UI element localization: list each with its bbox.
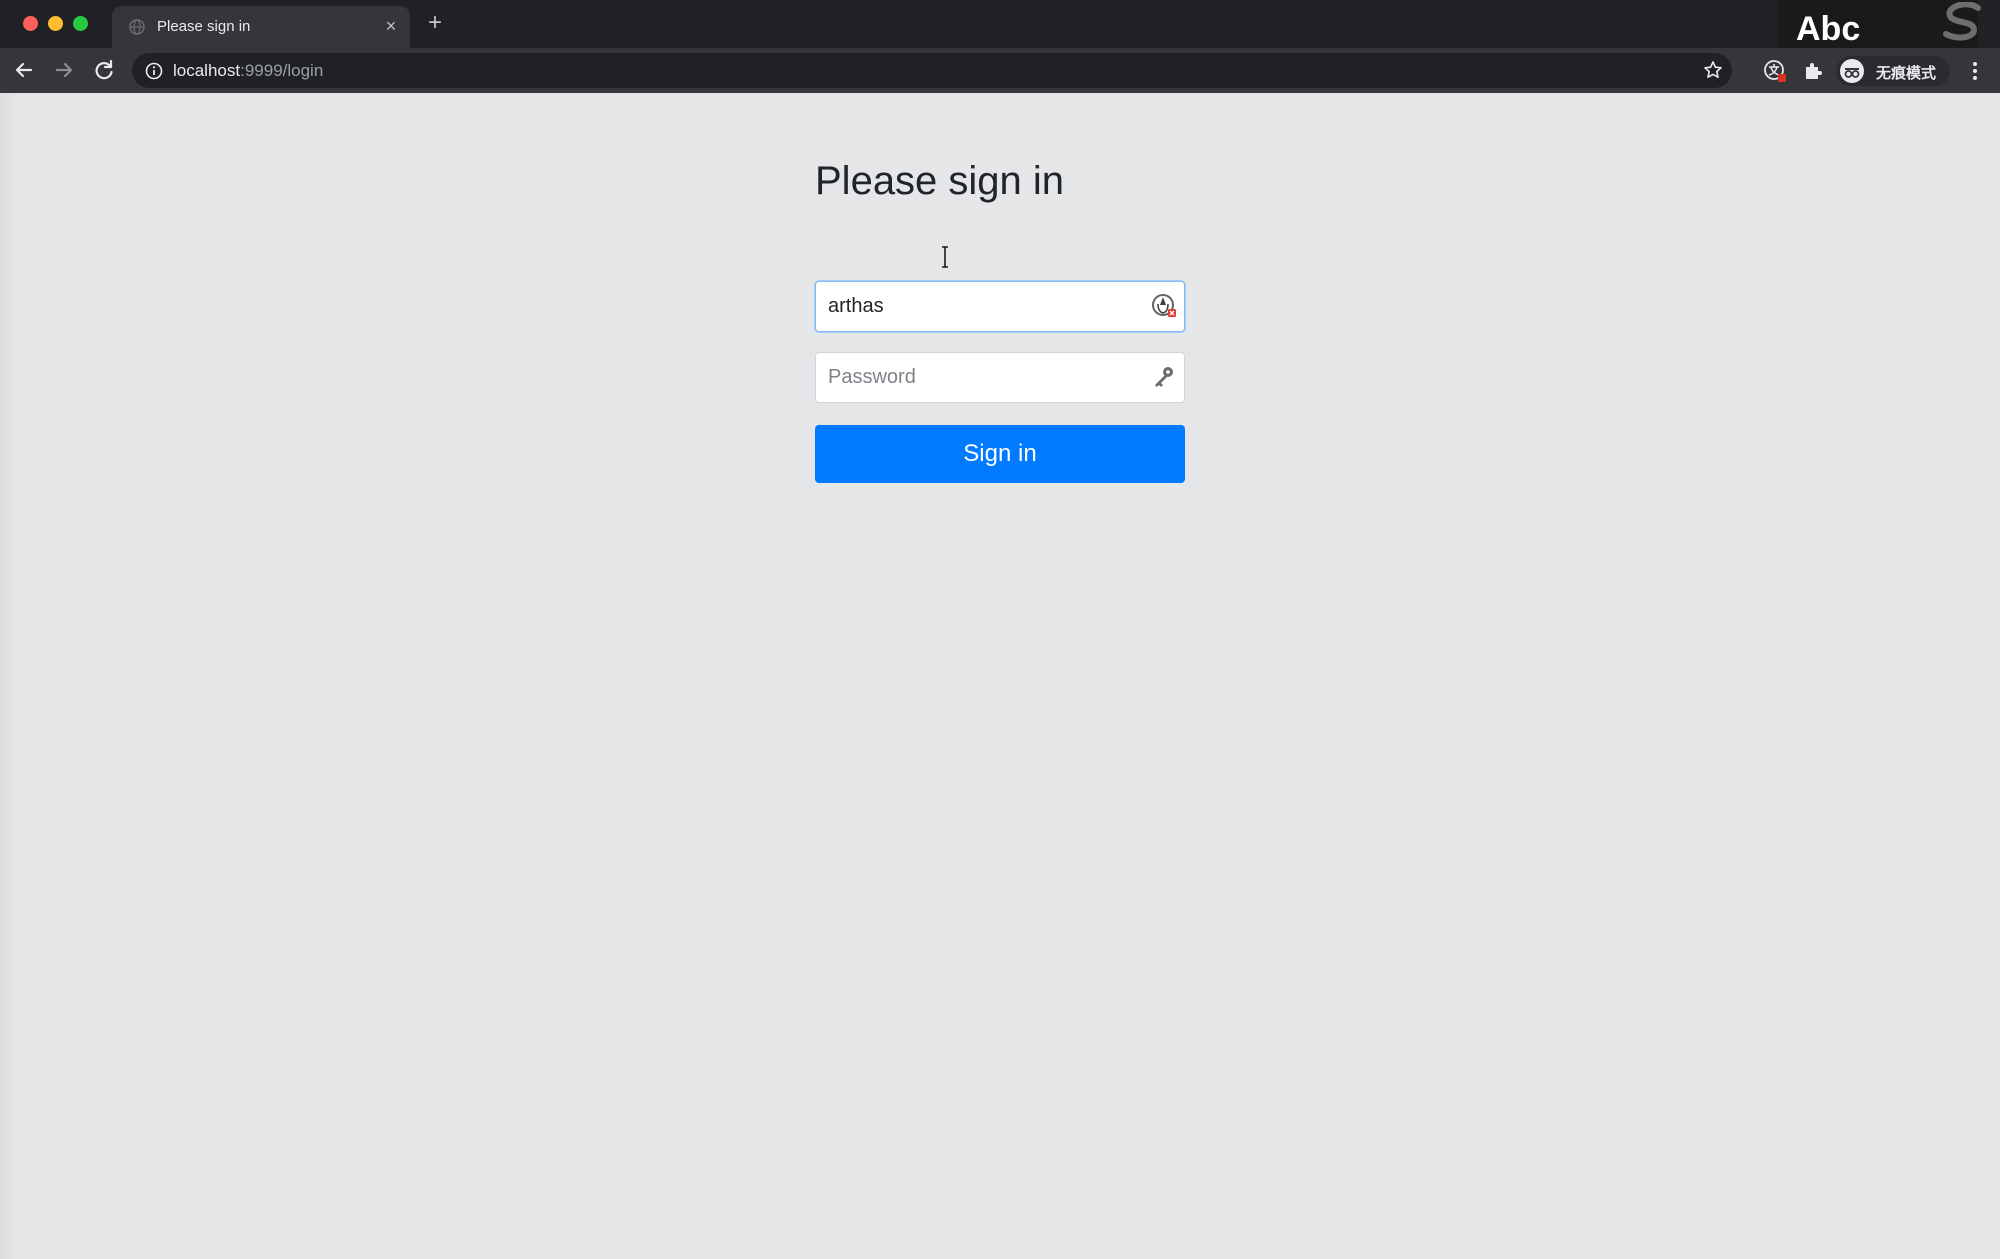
tab-title: Please sign in [157, 18, 251, 35]
translate-extension-icon[interactable] [1763, 59, 1787, 83]
window-minimize-button[interactable] [48, 16, 63, 31]
input-method-label: Abc [1796, 10, 1861, 48]
key-icon[interactable] [1150, 363, 1178, 391]
incognito-avatar-icon [1840, 59, 1864, 83]
reload-icon[interactable] [89, 55, 119, 85]
back-arrow-icon[interactable] [9, 55, 39, 85]
bookmark-star-icon[interactable] [1703, 60, 1723, 80]
page-title: Please sign in [815, 159, 1065, 203]
page-content: Please sign in Sign in [0, 93, 2000, 1259]
browser-tab[interactable]: Please sign in × [112, 6, 410, 48]
globe-icon [129, 19, 145, 35]
url-host: localhost [173, 61, 241, 80]
forward-arrow-icon[interactable] [49, 55, 79, 85]
browser-toolbar: localhost:9999/login 无痕模式 [0, 48, 2000, 93]
incognito-glasses-icon [1844, 68, 1860, 78]
app-logo-icon [1943, 2, 1981, 41]
new-tab-button[interactable]: + [422, 11, 448, 37]
username-input[interactable] [816, 282, 1136, 331]
window-maximize-button[interactable] [73, 16, 88, 31]
url-path: :9999/login [240, 61, 324, 80]
password-field[interactable] [815, 352, 1185, 403]
tab-strip: Please sign in × + Abc [0, 0, 2000, 60]
window-close-button[interactable] [23, 16, 38, 31]
text-cursor-icon [942, 246, 948, 268]
url-text[interactable]: localhost:9999/login [173, 61, 323, 81]
more-menu-icon[interactable] [1966, 58, 1984, 84]
extensions-puzzle-icon[interactable] [1802, 59, 1826, 83]
incognito-indicator[interactable]: 无痕模式 [1836, 56, 1950, 86]
info-icon[interactable] [145, 62, 163, 80]
password-input[interactable] [816, 353, 1136, 402]
username-field[interactable] [815, 281, 1185, 332]
address-bar[interactable]: localhost:9999/login [132, 53, 1732, 88]
incognito-label: 无痕模式 [1876, 65, 1937, 82]
sign-in-button[interactable]: Sign in [815, 425, 1185, 483]
tab-close-icon[interactable]: × [380, 15, 402, 37]
password-manager-icon[interactable] [1150, 292, 1178, 320]
signin-form: Please sign in Sign in [815, 157, 1185, 483]
